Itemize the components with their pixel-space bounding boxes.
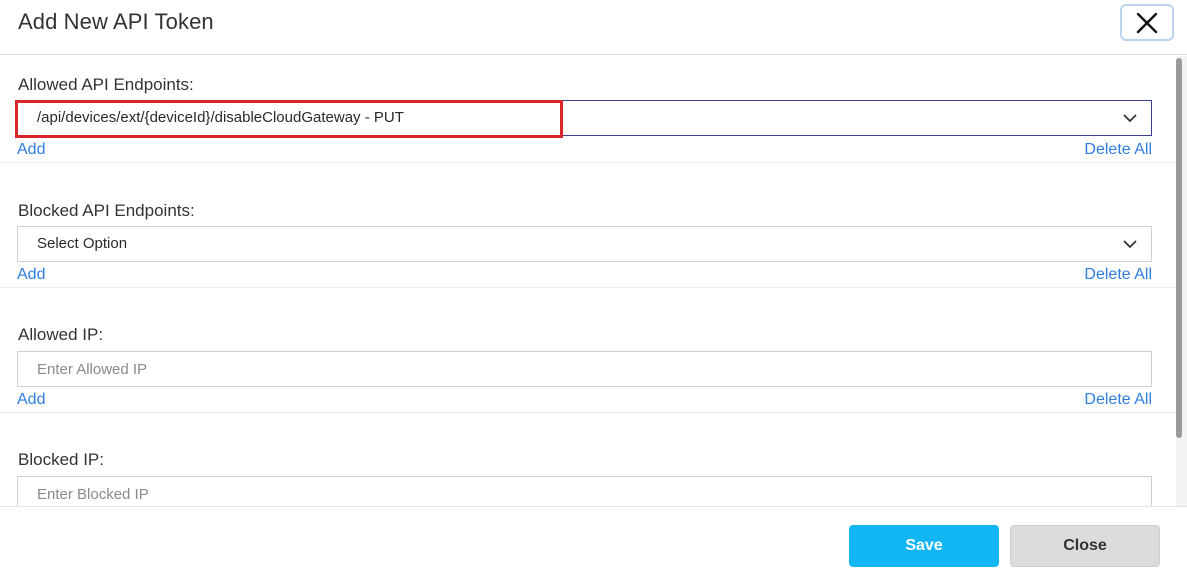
close-icon (1136, 12, 1158, 33)
chevron-down-icon (1123, 114, 1137, 123)
allowed-endpoints-selected-value: /api/devices/ext/{deviceId}/disableCloud… (37, 109, 404, 126)
blocked-endpoints-section: Blocked API Endpoints: Select Option Add… (0, 163, 1176, 288)
close-button[interactable] (1120, 4, 1174, 41)
blocked-endpoints-select[interactable]: Select Option (17, 226, 1152, 262)
modal-title: Add New API Token (18, 9, 214, 34)
close-footer-button[interactable]: Close (1010, 525, 1160, 567)
blocked-ip-section: Blocked IP: (0, 413, 1176, 506)
blocked-endpoints-selected-value: Select Option (37, 235, 128, 252)
allowed-endpoints-add-link[interactable]: Add (17, 141, 45, 159)
scrollbar-thumb[interactable] (1176, 58, 1182, 438)
allowed-ip-section: Allowed IP: Add Delete All (0, 288, 1176, 413)
modal-body[interactable]: Allowed API Endpoints: /api/devices/ext/… (0, 56, 1176, 506)
save-button[interactable]: Save (849, 525, 999, 567)
allowed-endpoints-delete-all-link[interactable]: Delete All (1084, 141, 1152, 159)
blocked-ip-label: Blocked IP: (18, 450, 104, 469)
allowed-ip-input[interactable] (17, 351, 1152, 387)
allowed-endpoints-section: Allowed API Endpoints: /api/devices/ext/… (0, 56, 1176, 163)
blocked-endpoints-label: Blocked API Endpoints: (18, 201, 195, 220)
allowed-endpoints-label: Allowed API Endpoints: (18, 75, 194, 94)
blocked-endpoints-add-link[interactable]: Add (17, 266, 45, 284)
allowed-ip-add-link[interactable]: Add (17, 391, 45, 409)
allowed-ip-label: Allowed IP: (18, 325, 104, 344)
modal-footer: Save Close (0, 506, 1187, 577)
blocked-ip-input[interactable] (17, 476, 1152, 506)
add-api-token-modal: Add New API Token Allowed API Endpoints:… (0, 0, 1187, 577)
blocked-endpoints-delete-all-link[interactable]: Delete All (1084, 266, 1152, 284)
allowed-ip-delete-all-link[interactable]: Delete All (1084, 391, 1152, 409)
chevron-down-icon (1123, 240, 1137, 249)
allowed-endpoints-select[interactable]: /api/devices/ext/{deviceId}/disableCloud… (17, 100, 1152, 136)
modal-header: Add New API Token (0, 0, 1187, 55)
